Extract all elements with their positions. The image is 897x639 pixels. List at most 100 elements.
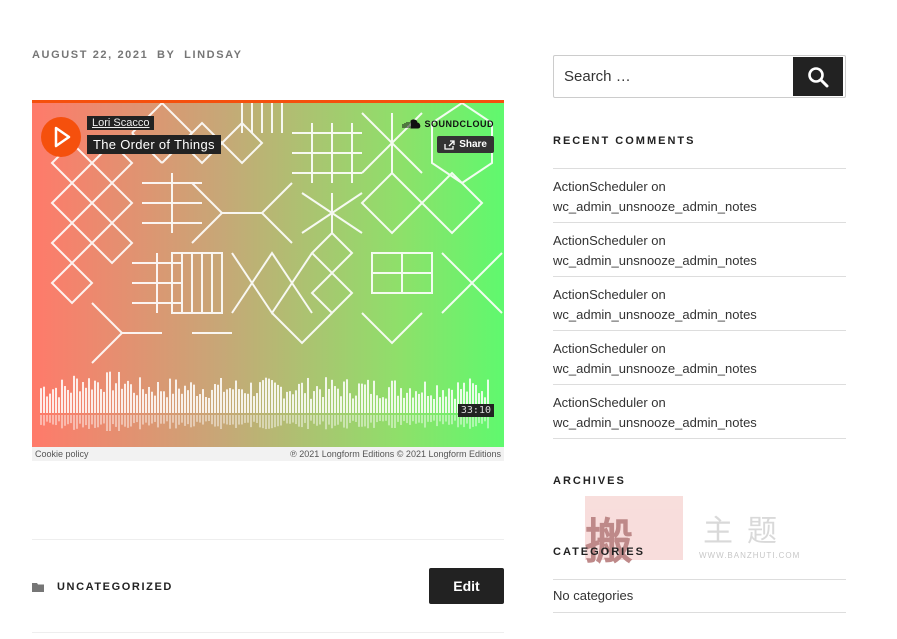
- soundcloud-cloud-icon: [402, 119, 420, 129]
- comment-author: ActionScheduler: [553, 395, 648, 410]
- waveform-bar-reflection: [313, 415, 315, 424]
- waveform-bar: [304, 393, 306, 413]
- track-artwork[interactable]: Lori Scacco The Order of Things SOUNDCLO…: [32, 100, 504, 447]
- waveform-bar: [163, 391, 165, 413]
- post-author[interactable]: LINDSAY: [184, 49, 242, 61]
- waveform-bar: [427, 395, 429, 413]
- waveform-bar-reflection: [253, 415, 255, 422]
- waveform-bar: [130, 384, 132, 413]
- waveform-bar: [370, 393, 372, 413]
- waveform-bar: [112, 390, 114, 413]
- play-button[interactable]: [41, 117, 81, 157]
- comment-link[interactable]: wc_admin_unsnooze_admin_notes: [553, 415, 757, 430]
- search-button[interactable]: [793, 57, 843, 96]
- waveform-bar: [232, 389, 234, 413]
- waveform-bar-reflection: [46, 415, 48, 422]
- waveform-bar: [118, 371, 120, 413]
- waveform-bar: [142, 389, 144, 413]
- waveform-bar-reflection: [304, 415, 306, 423]
- waveform-bar-reflection: [412, 415, 414, 422]
- waveform-bar: [169, 378, 171, 413]
- comment-link[interactable]: wc_admin_unsnooze_admin_notes: [553, 253, 757, 268]
- waveform-bar-reflection: [142, 415, 144, 425]
- waveform-bar-reflection: [127, 415, 129, 428]
- waveform-bar-reflection: [451, 415, 453, 425]
- comment-author: ActionScheduler: [553, 233, 648, 248]
- waveform-bar: [331, 379, 333, 413]
- waveform-bar: [100, 389, 102, 413]
- share-button[interactable]: Share: [437, 136, 494, 153]
- share-icon: [444, 139, 455, 150]
- comment-item: ActionScheduler on wc_admin_unsnooze_admi…: [553, 331, 846, 385]
- waveform-bar: [106, 372, 108, 413]
- waveform-bar-reflection: [184, 415, 186, 426]
- post-date[interactable]: AUGUST 22, 2021: [32, 49, 148, 61]
- waveform-bar: [124, 383, 126, 413]
- waveform-bar: [355, 395, 357, 413]
- waveform-bar: [148, 386, 150, 413]
- waveform-bar: [43, 386, 45, 413]
- post-categories: UNCATEGORIZED: [32, 581, 173, 593]
- waveform-bar-reflection: [319, 415, 321, 425]
- waveform-bar: [394, 380, 396, 413]
- waveform-bar-reflection: [133, 415, 135, 424]
- waveform-bar: [76, 378, 78, 413]
- waveform-bar: [439, 397, 441, 413]
- waveform-bar: [352, 398, 354, 413]
- waveform-bar-reflection: [238, 415, 240, 425]
- waveform-bar-reflection: [172, 415, 174, 423]
- waveform-bar-reflection: [106, 415, 108, 431]
- comment-link[interactable]: wc_admin_unsnooze_admin_notes: [553, 361, 757, 376]
- waveform-bar-reflection: [262, 415, 264, 429]
- waveform-bar-reflection: [232, 415, 234, 425]
- waveform-bar: [289, 391, 291, 413]
- waveform-bar-reflection: [379, 415, 381, 421]
- waveform-bar-reflection: [430, 415, 432, 423]
- waveform-bar: [403, 397, 405, 413]
- waveform-bar-reflection: [343, 415, 345, 428]
- waveform-bar: [295, 390, 297, 413]
- waveform-bar: [343, 381, 345, 413]
- waveform-bar-reflection: [436, 415, 438, 427]
- waveform-bar-reflection: [358, 415, 360, 427]
- waveform-bar-reflection: [388, 415, 390, 426]
- copyright-text[interactable]: ℗ 2021 Longform Editions © 2021 Longform…: [290, 448, 501, 460]
- waveform-bar: [442, 390, 444, 413]
- soundcloud-logo[interactable]: SOUNDCLOUD: [402, 119, 495, 129]
- waveform-bar-reflection: [331, 415, 333, 429]
- waveform-bar: [199, 394, 201, 413]
- cookie-policy-link[interactable]: Cookie policy: [35, 448, 89, 460]
- comment-link[interactable]: wc_admin_unsnooze_admin_notes: [553, 199, 757, 214]
- waveform-bar: [271, 380, 273, 413]
- comment-author: ActionScheduler: [553, 287, 648, 302]
- waveform-bar: [190, 382, 192, 413]
- search-input[interactable]: [554, 56, 794, 97]
- waveform-bar: [280, 386, 282, 413]
- track-title[interactable]: The Order of Things: [87, 135, 221, 154]
- track-duration: 33:10: [457, 404, 494, 417]
- waveform-bar: [298, 383, 300, 413]
- waveform-bar-reflection: [49, 415, 51, 423]
- waveform-bar-reflection: [64, 415, 66, 426]
- waveform[interactable]: [40, 371, 490, 431]
- waveform-bar-reflection: [289, 415, 291, 424]
- waveform-bar-reflection: [415, 415, 417, 424]
- waveform-bar-reflection: [397, 415, 399, 422]
- waveform-bar: [64, 386, 66, 413]
- comment-link[interactable]: wc_admin_unsnooze_admin_notes: [553, 307, 757, 322]
- waveform-bar-reflection: [121, 415, 123, 425]
- waveform-bar-reflection: [196, 415, 198, 422]
- waveform-bar: [400, 388, 402, 413]
- track-artist[interactable]: Lori Scacco: [87, 116, 155, 130]
- waveform-bar: [67, 389, 69, 413]
- waveform-bar: [91, 389, 93, 413]
- comment-item: ActionScheduler on wc_admin_unsnooze_admi…: [553, 169, 846, 223]
- embed-footer: Cookie policy ℗ 2021 Longform Editions ©…: [32, 447, 504, 461]
- waveform-bar-reflection: [250, 415, 252, 428]
- waveform-bar: [52, 389, 54, 413]
- category-link[interactable]: UNCATEGORIZED: [57, 581, 173, 593]
- waveform-bar-reflection: [421, 415, 423, 424]
- waveform-bar: [376, 395, 378, 413]
- waveform-bar-reflection: [361, 415, 363, 427]
- edit-button[interactable]: Edit: [429, 568, 504, 604]
